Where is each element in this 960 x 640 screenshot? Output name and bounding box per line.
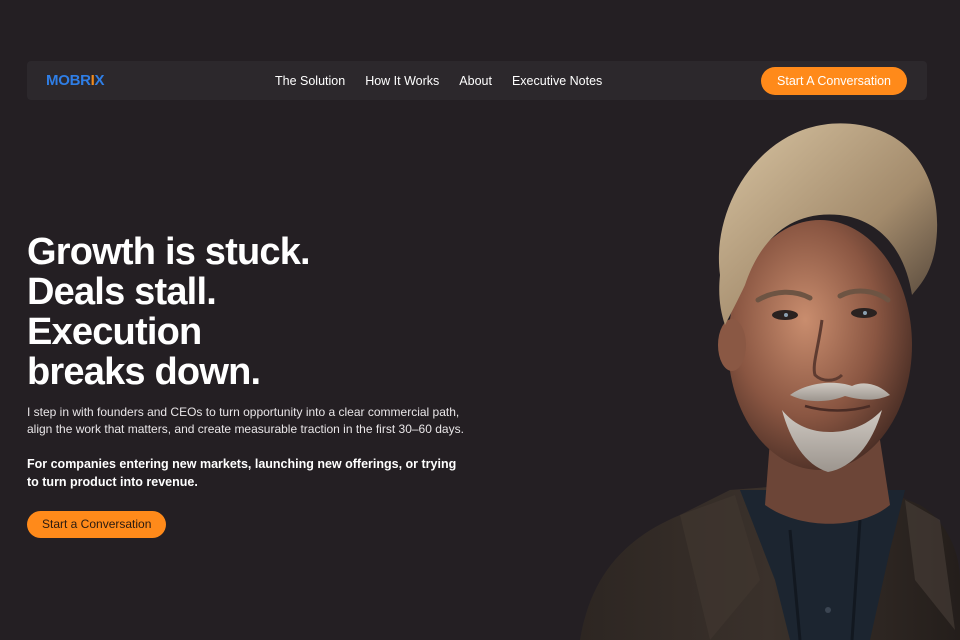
headline-line-1: Growth is stuck. bbox=[27, 231, 311, 273]
top-navigation-bar: MOBRIX The Solution How It Works About E… bbox=[27, 61, 927, 100]
nav-link-executive-notes[interactable]: Executive Notes bbox=[512, 74, 602, 88]
hero-section: Growth is stuck. Deals stall. Execution … bbox=[27, 232, 497, 538]
logo-text-b: X bbox=[94, 72, 105, 89]
logo-text-a: MOBR bbox=[46, 72, 91, 89]
headline-line-4: breaks down. bbox=[27, 351, 261, 393]
start-conversation-nav-button[interactable]: Start A Conversation bbox=[761, 67, 907, 95]
headline-line-3: Execution bbox=[27, 311, 202, 353]
hero-audience-text: For companies entering new markets, laun… bbox=[27, 457, 457, 489]
nav-link-the-solution[interactable]: The Solution bbox=[275, 74, 345, 88]
start-conversation-hero-button[interactable]: Start a Conversation bbox=[27, 511, 167, 538]
nav-links: The Solution How It Works About Executiv… bbox=[275, 61, 622, 100]
brand-logo[interactable]: MOBRIX bbox=[46, 72, 105, 90]
nav-link-about[interactable]: About bbox=[459, 74, 492, 88]
landing-page: MOBRIX The Solution How It Works About E… bbox=[0, 0, 960, 640]
headline-line-2: Deals stall. bbox=[27, 271, 217, 313]
nav-link-how-it-works[interactable]: How It Works bbox=[365, 74, 439, 88]
person-portrait-photo bbox=[580, 123, 960, 640]
hero-headline: Growth is stuck. Deals stall. Execution … bbox=[27, 232, 497, 392]
hero-subtext: I step in with founders and CEOs to turn… bbox=[27, 405, 464, 436]
